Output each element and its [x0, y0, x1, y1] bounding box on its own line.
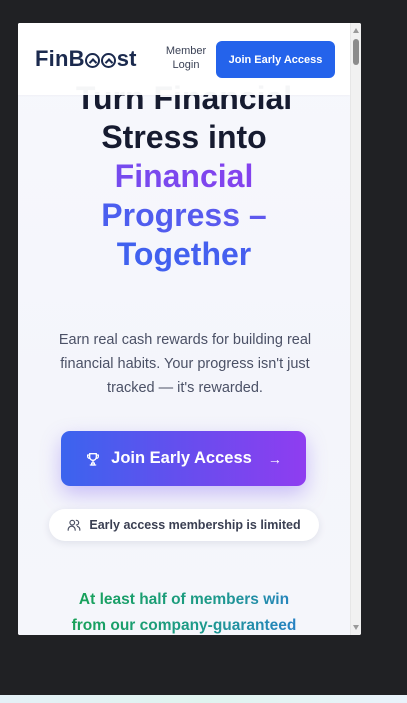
limited-membership-badge: Early access membership is limited	[49, 509, 319, 541]
headline-line-5: Together	[18, 235, 350, 274]
cta-label: Join Early Access	[111, 449, 252, 467]
members-win-note: At least half of members win from our co…	[36, 587, 332, 635]
users-icon	[67, 519, 81, 531]
limited-badge-label: Early access membership is limited	[89, 518, 301, 532]
hero-subtitle: Earn real cash rewards for building real…	[58, 332, 312, 396]
page-viewport: Turn Financial Stress into Financial Pro…	[18, 23, 350, 635]
bottom-strip	[0, 695, 407, 703]
vertical-scrollbar[interactable]	[350, 23, 361, 635]
note-line-1: At least half of members win	[36, 587, 332, 613]
headline-line-4: Progress –	[18, 196, 350, 235]
scrollbar-thumb[interactable]	[353, 39, 359, 65]
arrow-right-icon: →	[267, 450, 282, 467]
logo-growth-icon	[85, 53, 101, 68]
hero-headline: Turn Financial Stress into Financial Pro…	[18, 79, 350, 274]
logo-text-suffix: st	[116, 46, 137, 71]
scroll-up-arrow-icon[interactable]	[353, 28, 359, 33]
header-join-early-access-button[interactable]: Join Early Access	[216, 41, 335, 78]
logo-growth-icon	[101, 53, 117, 68]
headline-line-2: Stress into	[101, 119, 267, 155]
member-login-link[interactable]: Member Login	[160, 44, 212, 72]
note-line-2: from our company-guaranteed	[36, 613, 332, 635]
logo-text-prefix: FinB	[35, 46, 85, 71]
finboost-logo[interactable]: FinB st	[35, 46, 137, 72]
site-header: FinB st Member Login Join Early Access	[18, 23, 350, 95]
headline-line-3: Financial	[18, 157, 350, 196]
browser-frame: Turn Financial Stress into Financial Pro…	[18, 23, 361, 635]
join-early-access-cta-button[interactable]: Join Early Access →	[61, 431, 306, 486]
trophy-icon	[87, 452, 100, 466]
scroll-down-arrow-icon[interactable]	[353, 625, 359, 630]
